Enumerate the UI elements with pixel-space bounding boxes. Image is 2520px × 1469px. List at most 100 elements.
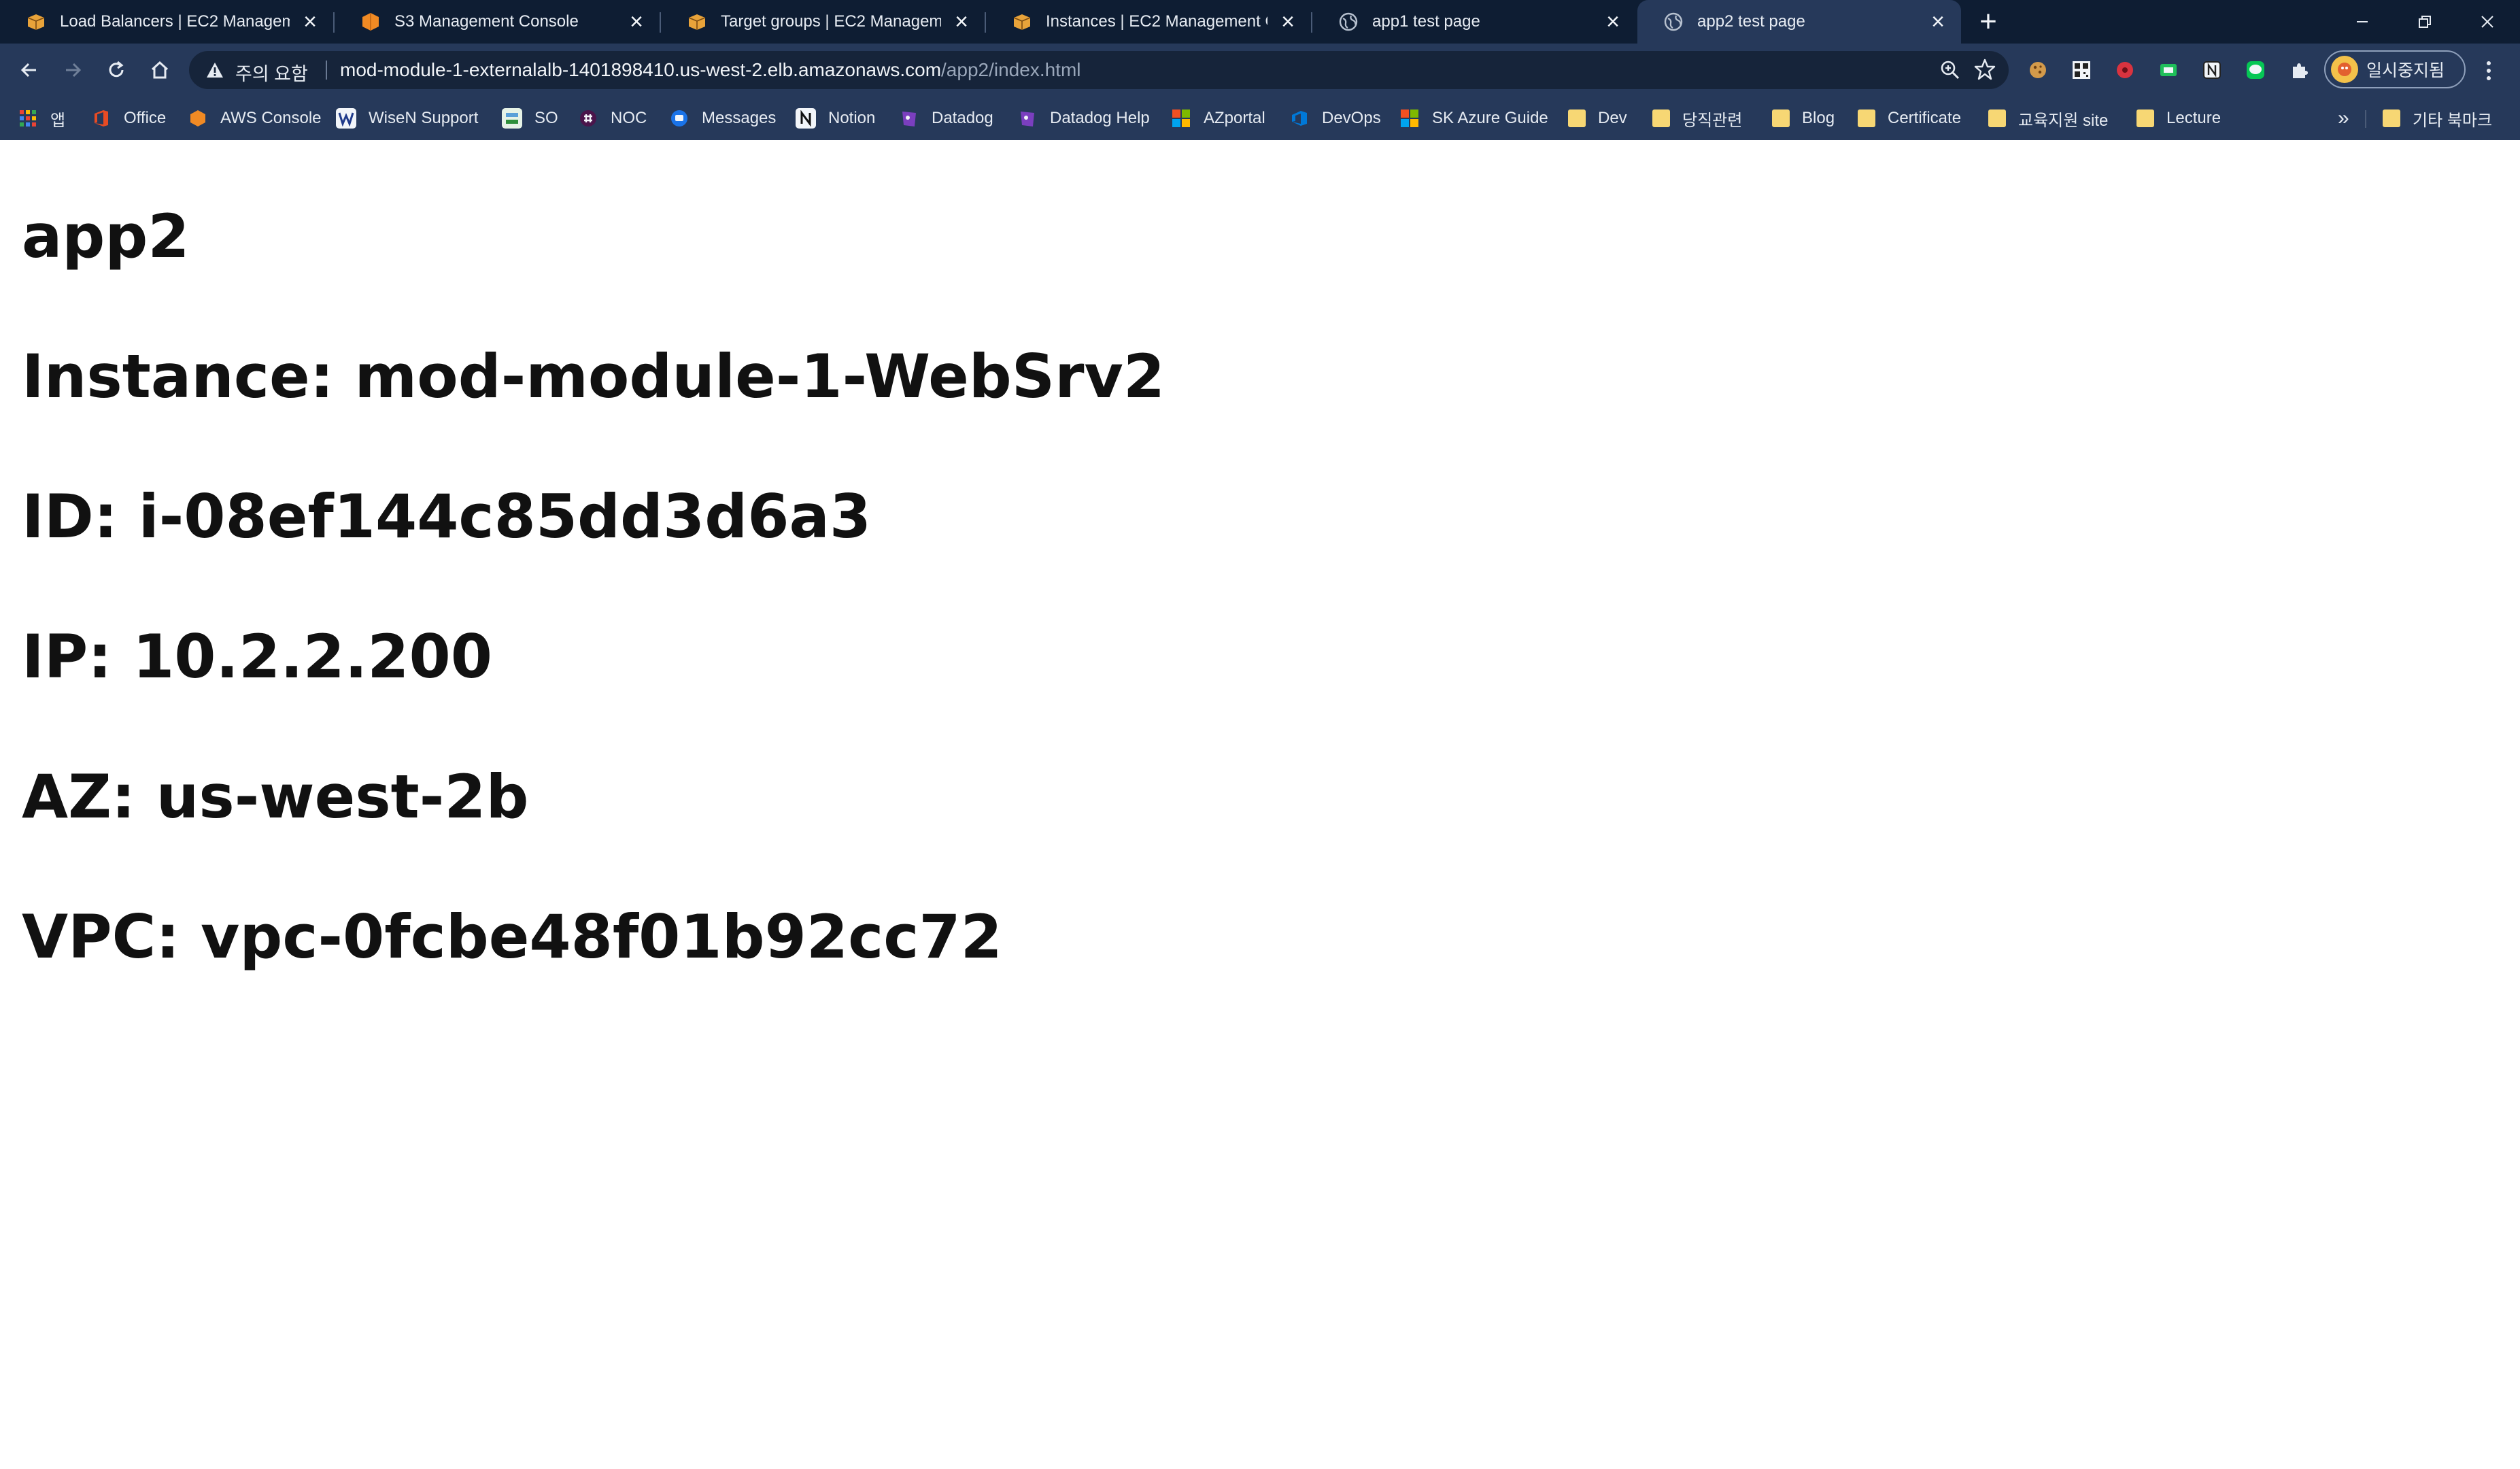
close-window-button[interactable] <box>2456 0 2519 44</box>
notion-extension-icon[interactable] <box>2200 58 2224 82</box>
bookmark-label: 당직관련 <box>1682 111 1743 130</box>
more-vert-icon <box>2487 61 2491 80</box>
notion-icon <box>796 108 816 129</box>
warning-icon[interactable] <box>205 61 224 80</box>
bookmark-folder-lecture[interactable]: Lecture <box>2136 97 2221 140</box>
bookmark-label: Lecture <box>2166 109 2221 127</box>
url-path: /app2/index.html <box>941 59 1081 80</box>
tab-s3-console[interactable]: S3 Management Console × <box>335 0 660 44</box>
close-tab-icon[interactable]: × <box>1924 8 1952 35</box>
bookmark-label: DevOps <box>1322 109 1381 127</box>
bookmark-datadog-help[interactable]: Datadog Help <box>1017 97 1150 140</box>
bookmark-apps[interactable]: 앱 <box>18 97 65 140</box>
restore-button[interactable] <box>2394 0 2456 44</box>
bookmark-label: Dev <box>1598 109 1627 127</box>
new-tab-button[interactable]: + <box>1972 5 2005 38</box>
bookmark-label: Certificate <box>1888 109 1962 127</box>
avatar <box>2331 56 2358 83</box>
aws-cube-icon <box>188 108 208 129</box>
line-extension-icon[interactable] <box>2244 58 2267 82</box>
bookmark-azportal[interactable]: AZportal <box>1171 97 1265 140</box>
tab-app1-test-page[interactable]: app1 test page × <box>1312 0 1636 44</box>
profile-button[interactable]: 일시중지됨 <box>2324 50 2466 88</box>
azure-devops-icon <box>1289 108 1310 129</box>
bookmarks-overflow-button[interactable]: » <box>2338 97 2349 140</box>
bookmark-label: NOC <box>611 109 647 127</box>
bookmark-label: Notion <box>828 109 876 127</box>
omnibox-divider <box>326 61 327 80</box>
home-icon <box>151 61 169 79</box>
ip-address-heading: IP: 10.2.2.200 <box>22 622 492 692</box>
office-icon <box>91 108 112 129</box>
address-bar[interactable]: 주의 요함 mod-module-1-externalalb-140189841… <box>189 51 2009 89</box>
bookmark-label: 교육지원 site <box>2018 111 2109 130</box>
tab-strip: Load Balancers | EC2 Management Console … <box>0 0 2520 44</box>
qr-code-extension-icon[interactable] <box>2070 58 2093 82</box>
bookmark-folder-certificate[interactable]: Certificate <box>1858 97 1961 140</box>
back-button[interactable] <box>12 53 46 87</box>
bookmark-noc[interactable]: NOC <box>578 97 647 140</box>
reload-button[interactable] <box>99 53 133 87</box>
bookmark-sk-azure-guide[interactable]: SK Azure Guide <box>1399 97 1548 140</box>
url-text[interactable]: mod-module-1-externalalb-1401898410.us-w… <box>340 59 1081 81</box>
close-tab-icon[interactable]: × <box>623 8 650 35</box>
noc-icon <box>578 108 598 129</box>
bookmark-office[interactable]: Office <box>91 97 166 140</box>
globe-icon <box>1664 12 1683 31</box>
bookmark-label: Datadog Help <box>1050 109 1150 127</box>
bookmark-notion[interactable]: Notion <box>796 97 875 140</box>
bookmark-label: Datadog <box>932 109 993 127</box>
arrow-left-icon <box>20 63 36 78</box>
bookmark-folder-duty[interactable]: 당직관련 <box>1652 97 1742 140</box>
close-tab-icon[interactable]: × <box>296 8 324 35</box>
tab-title: Instances | EC2 Management Console <box>1046 12 1267 31</box>
minimize-icon <box>2357 21 2368 22</box>
bookmark-folder-blog[interactable]: Blog <box>1772 97 1835 140</box>
vpc-heading: VPC: vpc-0fcbe48f01b92cc72 <box>22 902 1002 972</box>
browser-menu-button[interactable] <box>2475 56 2502 86</box>
bookmark-so[interactable]: SO <box>502 97 558 140</box>
tab-title: app1 test page <box>1372 12 1480 31</box>
folder-icon <box>1988 109 2006 127</box>
close-tab-icon[interactable]: × <box>1274 8 1301 35</box>
bookmark-folder-dev[interactable]: Dev <box>1568 97 1627 140</box>
bookmark-folder-education[interactable]: 교육지원 site <box>1988 97 2108 140</box>
availability-zone-heading: AZ: us-west-2b <box>22 762 529 832</box>
instance-id-heading: ID: i-08ef144c85dd3d6a3 <box>22 482 872 552</box>
folder-icon <box>1858 109 1875 127</box>
forward-button[interactable] <box>56 53 90 87</box>
tab-instances[interactable]: Instances | EC2 Management Console × <box>986 0 1311 44</box>
tab-load-balancers[interactable]: Load Balancers | EC2 Management Console … <box>0 0 333 44</box>
naver-extension-icon[interactable] <box>2157 58 2180 82</box>
microsoft-icon <box>1171 108 1191 129</box>
bookmark-devops[interactable]: DevOps <box>1289 97 1381 140</box>
avatar-icon <box>2338 63 2351 76</box>
s3-icon <box>362 13 379 31</box>
bookmark-label: AWS Console <box>220 109 322 127</box>
security-status-label[interactable]: 주의 요함 <box>235 59 308 86</box>
apps-grid-icon <box>18 108 38 129</box>
minimize-button[interactable] <box>2331 0 2394 44</box>
bookmark-messages[interactable]: Messages <box>669 97 776 140</box>
tab-app2-test-page[interactable]: app2 test page × <box>1637 0 1961 44</box>
close-tab-icon[interactable]: × <box>948 8 975 35</box>
bookmark-star-icon[interactable] <box>1973 58 1996 81</box>
bookmark-other-bookmarks[interactable]: 기타 북마크 <box>2383 97 2492 140</box>
cookie-extension-icon[interactable] <box>2026 58 2049 82</box>
bookmark-datadog[interactable]: Datadog <box>899 97 993 140</box>
folder-icon <box>2136 109 2154 127</box>
home-button[interactable] <box>143 53 177 87</box>
bookmark-aws-console[interactable]: AWS Console <box>188 97 322 140</box>
tab-target-groups[interactable]: Target groups | EC2 Management Console × <box>661 0 985 44</box>
close-tab-icon[interactable]: × <box>1599 8 1627 35</box>
aws-box-icon <box>1013 14 1031 30</box>
bookmark-label: SO <box>534 109 558 127</box>
messages-icon <box>669 108 689 129</box>
zoom-icon[interactable] <box>1939 59 1961 81</box>
tab-title: S3 Management Console <box>394 12 579 31</box>
record-extension-icon[interactable] <box>2113 58 2136 82</box>
so-icon <box>502 108 522 129</box>
bookmark-label: WiseN Support <box>369 109 479 127</box>
extensions-puzzle-icon[interactable] <box>2287 58 2311 82</box>
bookmark-wisen-support[interactable]: WiseN Support <box>336 97 478 140</box>
